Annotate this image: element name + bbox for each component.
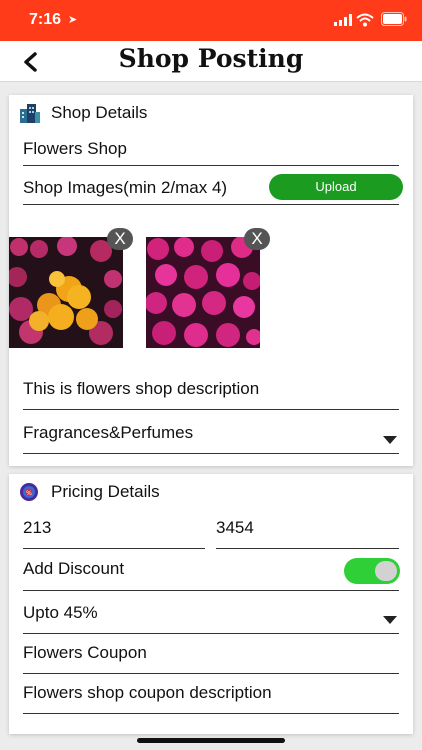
category-value: Fragrances&Perfumes	[23, 423, 194, 442]
status-time: 7:16	[29, 11, 62, 28]
add-discount-row: Add Discount	[23, 554, 399, 591]
price-input-2[interactable]: 3454	[216, 512, 399, 549]
upload-button[interactable]: Upload	[269, 174, 403, 200]
shop-image-1	[9, 237, 123, 348]
discount-badge-icon: %	[20, 483, 38, 501]
discount-dropdown[interactable]: Upto 45%	[23, 597, 399, 634]
dropdown-arrow-icon	[383, 436, 397, 444]
coupon-description-input[interactable]: Flowers shop coupon description	[23, 677, 399, 714]
discount-value: Upto 45%	[23, 603, 98, 622]
dropdown-arrow-icon	[383, 616, 397, 624]
shop-image-2	[146, 237, 260, 348]
add-discount-label: Add Discount	[23, 559, 125, 578]
shop-name-input[interactable]: Flowers Shop	[23, 135, 399, 166]
signal-icon	[334, 14, 352, 26]
location-arrow-icon: ➤	[68, 14, 78, 26]
status-bar: 7:16 ➤	[0, 0, 422, 41]
page-title: Shop Posting	[118, 44, 304, 73]
remove-image-1-button[interactable]: X	[107, 228, 133, 250]
buildings-icon	[20, 104, 40, 123]
shop-description-value: This is flowers shop description	[23, 379, 260, 398]
price-input-1[interactable]: 213	[23, 512, 205, 549]
coupon-name-input[interactable]: Flowers Coupon	[23, 637, 399, 674]
shop-name-value: Flowers Shop	[23, 139, 127, 158]
price-1-value: 213	[23, 518, 52, 537]
shop-description-input[interactable]: This is flowers shop description	[23, 373, 399, 410]
pricing-details-title: Pricing Details	[51, 482, 160, 501]
pricing-details-card: % Pricing Details 213 3454 Add Discount …	[9, 474, 413, 734]
shop-details-card: Shop Details Flowers Shop Shop Images(mi…	[9, 95, 413, 466]
navigation-bar: Shop Posting	[0, 41, 422, 82]
wifi-icon	[356, 13, 374, 27]
coupon-description-value: Flowers shop coupon description	[23, 683, 272, 702]
coupon-name-value: Flowers Coupon	[23, 643, 147, 662]
add-discount-toggle[interactable]	[344, 558, 400, 584]
shop-details-title: Shop Details	[51, 103, 148, 122]
battery-icon	[381, 12, 407, 26]
home-indicator	[137, 738, 285, 743]
price-2-value: 3454	[216, 518, 254, 537]
toggle-knob	[375, 561, 397, 581]
shop-images-label: Shop Images(min 2/max 4)	[23, 178, 228, 197]
category-dropdown[interactable]: Fragrances&Perfumes	[23, 417, 399, 454]
remove-image-2-button[interactable]: X	[244, 228, 270, 250]
svg-text:%: %	[26, 490, 32, 497]
